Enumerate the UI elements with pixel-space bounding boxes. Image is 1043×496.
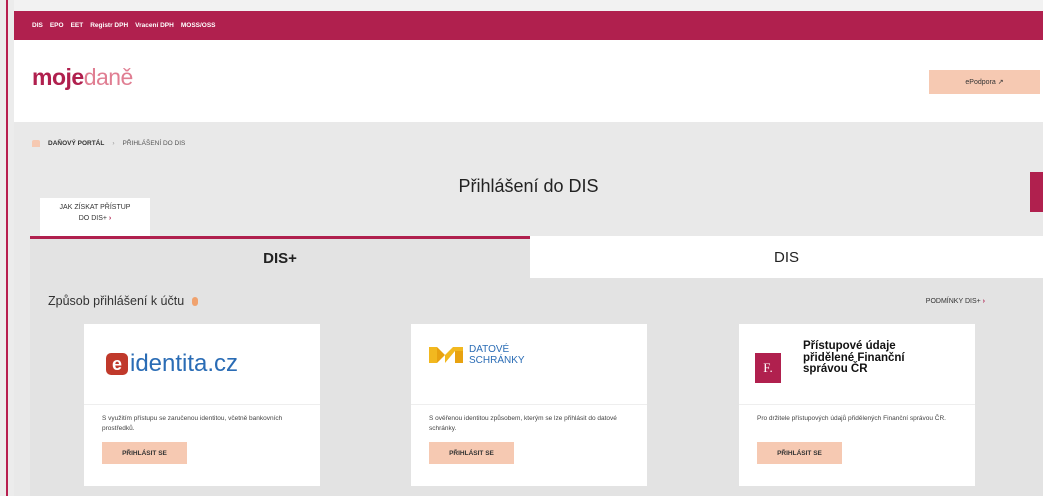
epodpora-button[interactable]: ePodpora ↗ [929, 70, 1040, 94]
financni-sprava-logo-area: F. Přístupové údaje přidělené Finanční s… [739, 324, 975, 404]
eidentita-logo: e identita.cz [106, 350, 238, 378]
login-button-financni-sprava[interactable]: PŘIHLÁSIT SE [757, 442, 842, 464]
login-card-datove-schranky: DATOVÉ SCHRÁNKY S ověřenou identitou způ… [411, 324, 647, 486]
datove-schranky-wordmark: DATOVÉ SCHRÁNKY [469, 344, 525, 366]
card-divider [411, 404, 647, 405]
tab-dis[interactable]: DIS [530, 236, 1043, 278]
breadcrumb-current: PŘIHLÁŠENÍ DO DIS [122, 140, 186, 147]
eidentita-logo-area: e identita.cz [84, 324, 320, 404]
login-methods-heading-text: Způsob přihlášení k účtu [48, 294, 185, 308]
window-frame-top [0, 0, 1043, 11]
login-methods-heading: Způsob přihlášení k účtu [48, 294, 199, 308]
login-card-eidentita: e identita.cz S využitím přístupu se zar… [84, 324, 320, 486]
tooltip-line-1: JAK ZÍSKAT PŘÍSTUP [59, 204, 131, 211]
nav-link-registr-dph[interactable]: Registr DPH [90, 22, 128, 29]
logo-part-moje: moje [32, 64, 84, 90]
dis-plus-conditions-link-text: PODMÍNKY DIS+ [925, 298, 981, 305]
card-divider [739, 404, 975, 405]
breadcrumb-separator: › [112, 140, 115, 147]
main-content: DAŇOVÝ PORTÁL › PŘIHLÁŠENÍ DO DIS Přihlá… [14, 122, 1043, 496]
login-card-financni-sprava: F. Přístupové údaje přidělené Finanční s… [739, 324, 975, 486]
tooltip-line-2: DO DIS+ › [40, 213, 150, 224]
financni-sprava-mark: F. [755, 353, 781, 383]
nav-link-vraceni-dph[interactable]: Vracení DPH [135, 22, 174, 29]
datove-schranky-mark-icon [429, 347, 463, 363]
info-icon[interactable] [192, 296, 199, 306]
page-title: Přihlášení do DIS [458, 176, 599, 196]
card-description: S využitím přístupu se zaručenou identit… [102, 415, 283, 432]
datove-schranky-line-2: SCHRÁNKY [469, 355, 525, 366]
tab-dis-plus[interactable]: DIS+ [30, 239, 530, 278]
eidentita-mark: e [106, 353, 128, 375]
nav-link-dis[interactable]: DIS [32, 22, 43, 29]
eidentita-wordmark: identita.cz [130, 350, 239, 377]
breadcrumb-root[interactable]: DAŇOVÝ PORTÁL [48, 140, 104, 147]
tooltip-line-2-text: DO DIS+ [78, 215, 107, 222]
card-description: Pro držitele přístupových údajů přidělen… [757, 415, 946, 422]
financni-sprava-title: Přístupové údaje přidělené Finanční sprá… [803, 340, 905, 375]
window-frame-left [0, 0, 14, 496]
card-divider [84, 404, 320, 405]
financni-sprava-logo: F. Přístupové údaje přidělené Finanční s… [755, 340, 933, 383]
nav-link-eet[interactable]: EET [71, 22, 84, 29]
top-nav-bar: DIS EPO EET Registr DPH Vracení DPH MOSS… [14, 11, 1043, 40]
datove-schranky-logo: DATOVÉ SCHRÁNKY [429, 344, 525, 366]
breadcrumb: DAŇOVÝ PORTÁL › PŘIHLÁŠENÍ DO DIS [32, 140, 185, 147]
home-icon[interactable] [32, 140, 40, 147]
logo-part-dane: daně [83, 64, 134, 90]
datove-schranky-logo-area: DATOVÉ SCHRÁNKY [411, 324, 647, 404]
access-tooltip[interactable]: JAK ZÍSKAT PŘÍSTUP DO DIS+ › [40, 198, 150, 245]
login-button-datove-schranky[interactable]: PŘIHLÁSIT SE [429, 442, 514, 464]
login-button-eidentita[interactable]: PŘIHLÁSIT SE [102, 442, 187, 464]
nav-link-moss-oss[interactable]: MOSS/OSS [181, 22, 216, 29]
nav-link-epo[interactable]: EPO [50, 22, 64, 29]
card-description: S ověřenou identitou způsobem, kterým se… [429, 415, 617, 432]
login-methods-panel: Způsob přihlášení k účtu PODMÍNKY DIS+ ›… [30, 278, 1043, 496]
chevron-right-icon: › [108, 215, 112, 222]
datove-schranky-line-1: DATOVÉ [469, 344, 510, 355]
site-header: mojedaně ePodpora ↗ [14, 40, 1043, 122]
dis-plus-conditions-link[interactable]: PODMÍNKY DIS+ › [926, 298, 985, 305]
moje-dane-logo[interactable]: mojedaně [32, 64, 133, 91]
chevron-right-icon: › [982, 298, 985, 305]
